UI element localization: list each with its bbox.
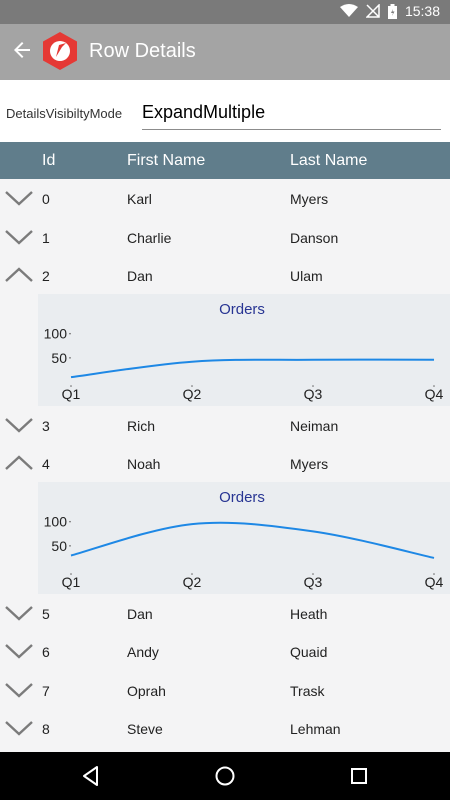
column-header-last-name[interactable]: Last Name [290, 152, 367, 170]
status-bar: 15:38 [0, 0, 450, 24]
arrow-left-icon[interactable] [10, 38, 34, 62]
chevron-down-icon[interactable] [4, 679, 34, 701]
cell-last-name: Ulam [290, 268, 323, 284]
details-mode-label: DetailsVisibiltyMode [6, 106, 123, 121]
cell-first-name: Dan [127, 605, 153, 622]
series-line [70, 521, 435, 559]
table-row[interactable]: 8 Steve Lehman [0, 709, 450, 747]
app-bar: Row Details [0, 24, 450, 80]
cell-id: 5 [42, 605, 50, 622]
cell-last-name: Neiman [290, 417, 339, 434]
cell-id: 0 [42, 191, 50, 207]
cell-id: 1 [42, 229, 50, 246]
cell-id: 2 [42, 268, 50, 284]
series-line [70, 358, 435, 378]
cell-last-name: Myers [290, 456, 329, 472]
table-row[interactable]: 3 Rich Neiman [0, 406, 450, 444]
back-triangle-icon[interactable] [79, 764, 103, 788]
row-detail-chart: Orders 50 100 Q1 Q2 Q3 Q4 [38, 481, 450, 594]
table-row[interactable]: 0 Karl Myers [0, 179, 450, 217]
cell-id: 4 [42, 456, 50, 472]
y-tick-mark [69, 356, 71, 359]
chevron-down-icon[interactable] [4, 187, 34, 209]
cell-id: 8 [42, 721, 50, 737]
cell-first-name: Charlie [127, 229, 172, 246]
grid-header: Id First Name Last Name [0, 142, 450, 179]
cell-first-name: Andy [127, 644, 159, 660]
home-circle-icon[interactable] [213, 764, 237, 788]
table-row[interactable]: 6 Andy Quaid [0, 632, 450, 670]
chart-title: Orders [219, 301, 265, 318]
y-tick-label: 100 [44, 513, 68, 529]
cell-last-name: Trask [290, 682, 325, 699]
cell-last-name: Heath [290, 605, 328, 622]
table-row[interactable]: 1 Charlie Danson [0, 218, 450, 256]
y-tick-label: 50 [51, 349, 67, 365]
wifi-icon [339, 4, 358, 17]
x-tick-label: Q2 [183, 574, 202, 590]
chevron-down-icon[interactable] [4, 226, 34, 248]
cell-id: 3 [42, 417, 50, 434]
cell-last-name: Lehman [290, 721, 341, 737]
cell-first-name: Rich [127, 417, 156, 434]
table-row[interactable]: 4 Noah Myers [0, 444, 450, 482]
cell-last-name: Danson [290, 229, 339, 246]
cell-first-name: Oprah [127, 682, 166, 699]
table-row[interactable]: 5 Dan Heath [0, 594, 450, 632]
row-detail-chart: Orders 50 100 Q1 Q2 Q3 Q4 [38, 293, 450, 406]
cell-id: 7 [42, 682, 50, 699]
column-header-id[interactable]: Id [42, 152, 55, 170]
x-tick-label: Q4 [425, 386, 444, 402]
column-header-first-name[interactable]: First Name [127, 152, 205, 170]
chevron-up-icon[interactable] [4, 452, 34, 474]
y-tick-label: 50 [51, 537, 67, 553]
y-tick-mark [69, 520, 71, 522]
y-tick-label: 100 [44, 325, 68, 341]
chevron-down-icon[interactable] [4, 602, 34, 624]
cell-id: 6 [42, 644, 50, 660]
y-tick-mark [69, 332, 71, 334]
app-logo [43, 32, 77, 70]
navigation-bar [0, 752, 450, 800]
x-tick-label: Q2 [183, 386, 202, 402]
x-tick-label: Q3 [304, 386, 323, 402]
table-row[interactable]: 2 Dan Ulam [0, 256, 450, 294]
battery-icon [387, 3, 397, 19]
x-tick-label: Q1 [62, 574, 81, 590]
cell-first-name: Karl [127, 191, 152, 207]
cell-last-name: Myers [290, 191, 329, 207]
no-signal-icon [365, 4, 380, 18]
table-row[interactable]: 7 Oprah Trask [0, 671, 450, 709]
cell-first-name: Dan [127, 268, 153, 284]
x-tick-label: Q3 [304, 574, 323, 590]
chevron-up-icon[interactable] [4, 264, 34, 286]
chevron-down-icon[interactable] [4, 717, 34, 739]
status-time: 15:38 [404, 3, 440, 19]
cell-first-name: Noah [127, 456, 161, 472]
cell-first-name: Steve [127, 721, 163, 737]
recents-square-icon[interactable] [347, 764, 371, 788]
y-tick-mark [69, 544, 71, 547]
cell-last-name: Quaid [290, 644, 328, 660]
x-tick-label: Q1 [62, 386, 81, 402]
data-grid: 0 Karl Myers 1 Charlie Danson 2 Dan Ulam Orders 50… [0, 179, 450, 752]
chevron-down-icon[interactable] [4, 640, 34, 662]
chart-title: Orders [219, 489, 265, 506]
details-mode-picker[interactable]: ExpandMultiple [142, 102, 441, 130]
x-tick-label: Q4 [425, 574, 444, 590]
orders-line-chart: Orders 50 100 Q1 Q2 Q3 Q4 [44, 301, 444, 402]
orders-line-chart: Orders 50 100 Q1 Q2 Q3 Q4 [44, 489, 444, 590]
page-title: Row Details [89, 40, 196, 62]
details-mode-row: DetailsVisibiltyMode ExpandMultiple [0, 80, 450, 142]
chevron-down-icon[interactable] [4, 414, 34, 436]
